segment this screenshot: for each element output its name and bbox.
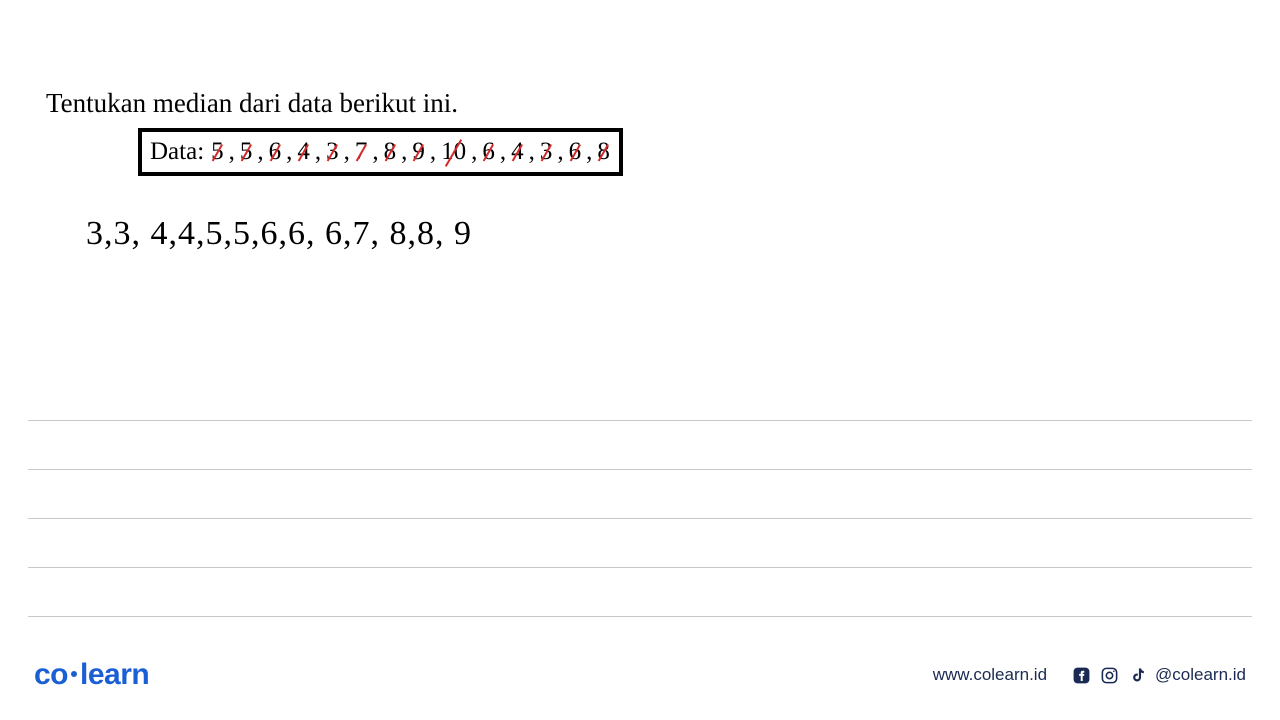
data-value: 5 bbox=[239, 138, 254, 166]
data-value: 4 bbox=[296, 138, 311, 166]
data-value: 8 bbox=[383, 138, 398, 166]
sorted-sequence: 3,3, 4,4,5,5,6,6, 6,7, 8,8, 9 bbox=[86, 215, 472, 253]
data-value: 8 bbox=[596, 138, 611, 166]
data-value: 10 bbox=[440, 138, 467, 166]
data-value: 6 bbox=[568, 138, 583, 166]
facebook-icon bbox=[1071, 665, 1091, 685]
instagram-icon bbox=[1099, 665, 1119, 685]
ruled-line bbox=[28, 567, 1252, 616]
website-url: www.colearn.id bbox=[933, 665, 1047, 685]
data-value: 3 bbox=[539, 138, 554, 166]
data-value: 6 bbox=[481, 138, 496, 166]
social-icons: @colearn.id bbox=[1071, 665, 1246, 685]
logo: colearn bbox=[34, 658, 149, 692]
data-value: 7 bbox=[354, 138, 369, 166]
logo-part2: learn bbox=[80, 658, 149, 691]
data-value: 4 bbox=[510, 138, 525, 166]
question-text: Tentukan median dari data berikut ini. bbox=[46, 88, 458, 119]
data-value: 3 bbox=[325, 138, 340, 166]
data-box: Data: 5, 5, 6, 4, 3, 7, 8, 9, 10, 6, 4, … bbox=[138, 128, 623, 176]
data-value: 5 bbox=[210, 138, 225, 166]
logo-dot bbox=[71, 671, 77, 677]
social-handle: @colearn.id bbox=[1155, 665, 1246, 685]
data-value: 6 bbox=[268, 138, 283, 166]
tiktok-icon bbox=[1127, 665, 1147, 685]
data-value: 9 bbox=[411, 138, 426, 166]
logo-part1: co bbox=[34, 658, 68, 691]
page-content: Tentukan median dari data berikut ini. D… bbox=[0, 0, 1280, 720]
ruled-line bbox=[28, 518, 1252, 567]
ruled-lines bbox=[28, 420, 1252, 665]
ruled-line bbox=[28, 469, 1252, 518]
footer: colearn www.colearn.id @colearn.id bbox=[0, 658, 1280, 692]
data-label: Data: bbox=[150, 138, 204, 166]
ruled-line bbox=[28, 420, 1252, 469]
footer-right: www.colearn.id @colearn.id bbox=[933, 665, 1246, 685]
